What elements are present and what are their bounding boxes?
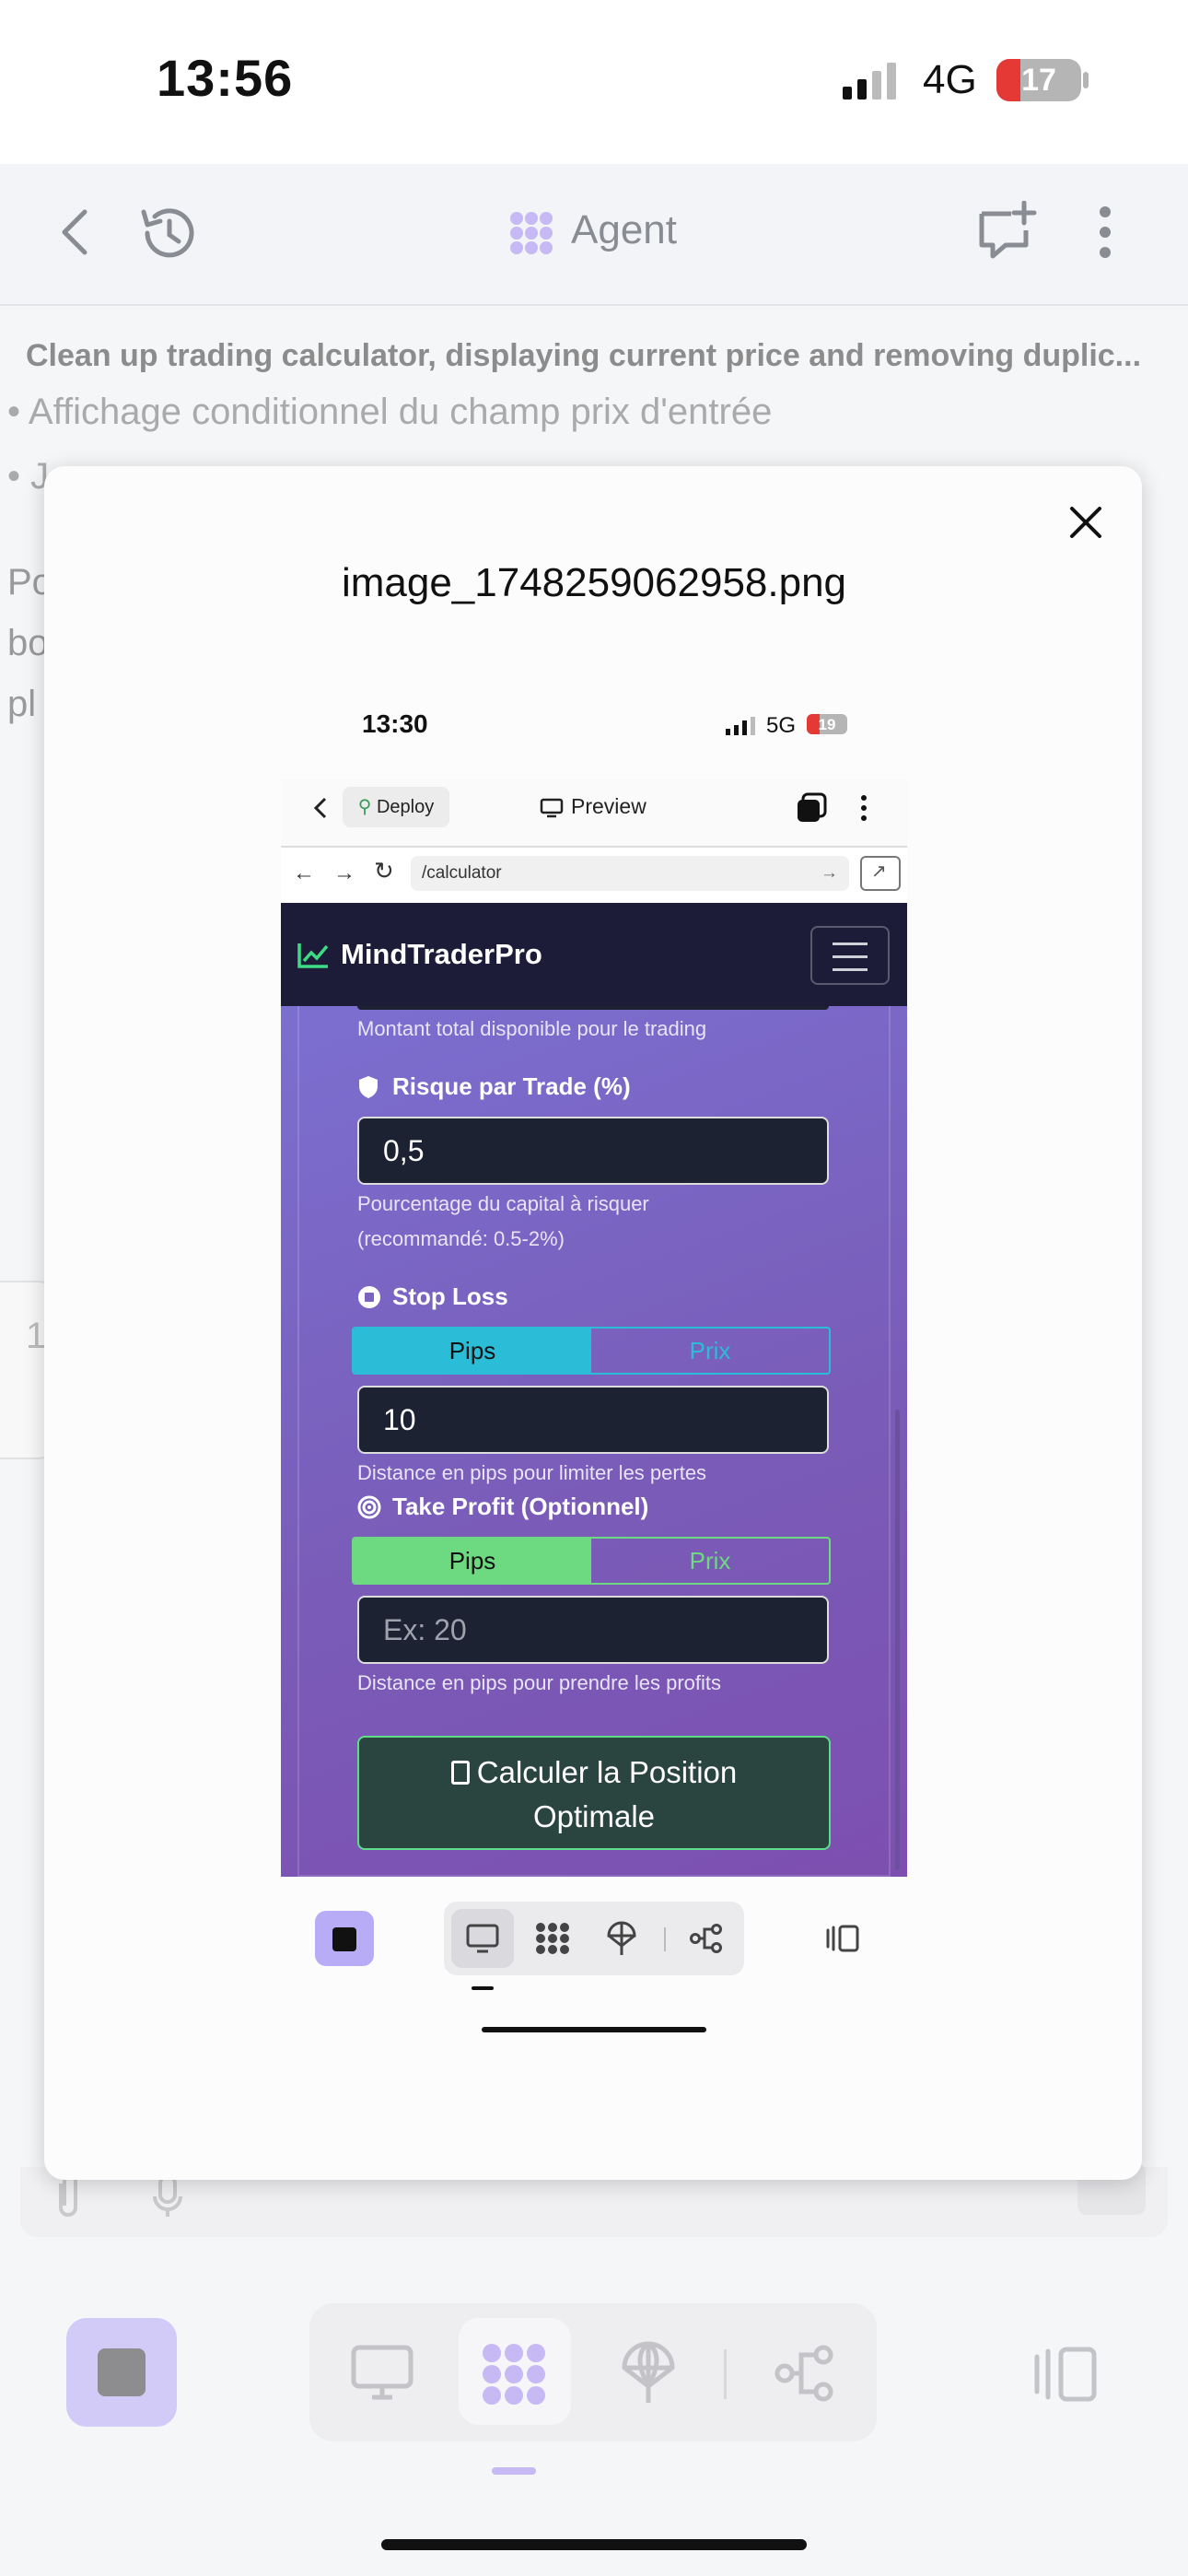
take-profit-prix-tab[interactable]: Prix bbox=[591, 1539, 829, 1583]
inner-network: 5G bbox=[766, 713, 797, 738]
risk-help-text: (recommandé: 0.5-2%) bbox=[357, 1227, 565, 1250]
battery-level: 17 bbox=[1021, 63, 1056, 98]
reload-icon[interactable]: ↻ bbox=[374, 857, 394, 885]
stop-icon bbox=[332, 1927, 356, 1951]
calculate-position-button[interactable]: Calculer la Position Optimale bbox=[357, 1736, 831, 1850]
split-view-icon[interactable] bbox=[1033, 2346, 1100, 2403]
risk-label: Risque par Trade (%) bbox=[392, 1072, 631, 1100]
battery-icon: 19 bbox=[807, 714, 847, 734]
shield-icon bbox=[359, 1076, 378, 1098]
calculator-icon bbox=[450, 1761, 470, 1785]
calculate-button-line2: Optimale bbox=[532, 1799, 656, 1833]
new-chat-icon[interactable] bbox=[978, 201, 1039, 262]
toolbar-divider bbox=[724, 2349, 727, 2399]
open-external-button[interactable]: ↗ bbox=[860, 856, 901, 891]
desktop-icon[interactable] bbox=[350, 2344, 414, 2403]
more-options-icon[interactable] bbox=[1096, 205, 1114, 260]
back-icon[interactable] bbox=[61, 208, 88, 256]
home-indicator bbox=[381, 2539, 807, 2550]
take-profit-label: Take Profit (Optionnel) bbox=[392, 1493, 649, 1520]
calculate-button-line1: Calculer la Position bbox=[476, 1755, 738, 1789]
external-link-icon: ↗ bbox=[871, 861, 887, 882]
go-arrow-icon[interactable]: → bbox=[821, 856, 838, 891]
git-branch-icon[interactable] bbox=[689, 1924, 724, 1953]
split-view-icon[interactable] bbox=[825, 1924, 860, 1953]
mic-icon[interactable] bbox=[151, 2174, 184, 2219]
chat-text-fragment: pl bbox=[7, 684, 37, 724]
deploy-label: Deploy bbox=[376, 797, 435, 817]
monitor-icon bbox=[540, 798, 564, 818]
preview-tab[interactable]: Preview bbox=[571, 794, 646, 819]
inner-status-time: 13:30 bbox=[362, 709, 428, 738]
active-tab-indicator bbox=[492, 2467, 536, 2475]
risk-help-text: Pourcentage du capital à risquer bbox=[357, 1192, 649, 1215]
capital-help-text: Montant total disponible pour le trading bbox=[357, 1017, 707, 1040]
take-profit-help-text: Distance en pips pour prendre les profit… bbox=[357, 1671, 721, 1694]
status-time: 13:56 bbox=[157, 49, 294, 107]
take-profit-input[interactable]: Ex: 20 bbox=[357, 1596, 829, 1664]
desktop-icon[interactable] bbox=[466, 1924, 499, 1953]
modal-title: image_1748259062958.png bbox=[341, 560, 847, 605]
chat-text-fragment: 1 bbox=[26, 1316, 47, 1356]
chat-bullet: • J bbox=[7, 456, 50, 497]
agent-icon bbox=[510, 212, 553, 254]
header-title: Agent bbox=[571, 207, 677, 252]
deploy-icon: ⚲ bbox=[357, 797, 372, 817]
toolbar-divider bbox=[664, 1927, 666, 1951]
stop-loss-help-text: Distance en pips pour limiter les pertes bbox=[357, 1461, 707, 1484]
stop-loss-label: Stop Loss bbox=[392, 1282, 508, 1310]
stop-icon bbox=[98, 2348, 146, 2396]
close-icon[interactable] bbox=[1066, 503, 1105, 542]
signal-icon bbox=[843, 63, 896, 100]
inner-battery-level: 19 bbox=[818, 716, 836, 733]
target-icon bbox=[357, 1495, 381, 1519]
chat-bullet: • Affichage conditionnel du champ prix d… bbox=[7, 392, 773, 432]
capital-input-edge[interactable] bbox=[357, 1006, 829, 1010]
menu-icon-bar bbox=[833, 955, 868, 958]
signal-icon bbox=[726, 717, 755, 735]
menu-icon-bar bbox=[833, 968, 868, 971]
agent-icon[interactable] bbox=[481, 2342, 547, 2406]
stop-loss-prix-tab[interactable]: Prix bbox=[591, 1329, 829, 1373]
back-icon[interactable] bbox=[313, 796, 328, 820]
inner-active-tab-indicator bbox=[472, 1986, 494, 1990]
stop-loss-pips-tab[interactable]: Pips bbox=[354, 1329, 591, 1373]
battery-icon: 17 bbox=[996, 59, 1081, 101]
more-options-icon[interactable] bbox=[858, 794, 869, 822]
url-input[interactable]: /calculator → bbox=[411, 856, 849, 891]
nav-forward-icon[interactable]: → bbox=[333, 861, 355, 886]
deploy-button[interactable]: ⚲ Deploy bbox=[343, 787, 449, 827]
chat-text-fragment: bo bbox=[7, 623, 49, 663]
agent-icon[interactable] bbox=[535, 1922, 570, 1955]
take-profit-pips-tab[interactable]: Pips bbox=[354, 1539, 591, 1583]
git-branch-icon[interactable] bbox=[772, 2344, 838, 2403]
menu-icon-bar bbox=[833, 943, 868, 945]
battery-nub bbox=[1083, 72, 1089, 88]
brand-logo[interactable]: MindTraderPro bbox=[341, 938, 542, 971]
take-profit-mode-toggle: Pips Prix bbox=[352, 1537, 831, 1585]
tabs-icon[interactable] bbox=[796, 792, 827, 824]
stop-loss-mode-toggle: Pips Prix bbox=[352, 1327, 831, 1375]
network-type: 4G bbox=[923, 57, 977, 102]
chat-task-title: Clean up trading calculator, displaying … bbox=[26, 338, 1142, 373]
chart-line-icon bbox=[297, 943, 329, 968]
deploy-icon[interactable] bbox=[606, 1920, 637, 1957]
inner-home-indicator bbox=[482, 2027, 706, 2032]
deploy-icon[interactable] bbox=[619, 2338, 678, 2406]
nav-back-icon[interactable]: ← bbox=[293, 861, 315, 886]
menu-toggle-button[interactable] bbox=[810, 926, 890, 985]
attach-icon[interactable] bbox=[53, 2174, 83, 2219]
stop-circle-icon bbox=[358, 1286, 380, 1308]
stop-loss-input[interactable]: 10 bbox=[357, 1386, 829, 1454]
risk-input[interactable]: 0,5 bbox=[357, 1117, 829, 1185]
history-icon[interactable] bbox=[136, 201, 201, 265]
scrollbar[interactable] bbox=[895, 1410, 900, 1870]
url-text: /calculator bbox=[422, 863, 502, 883]
